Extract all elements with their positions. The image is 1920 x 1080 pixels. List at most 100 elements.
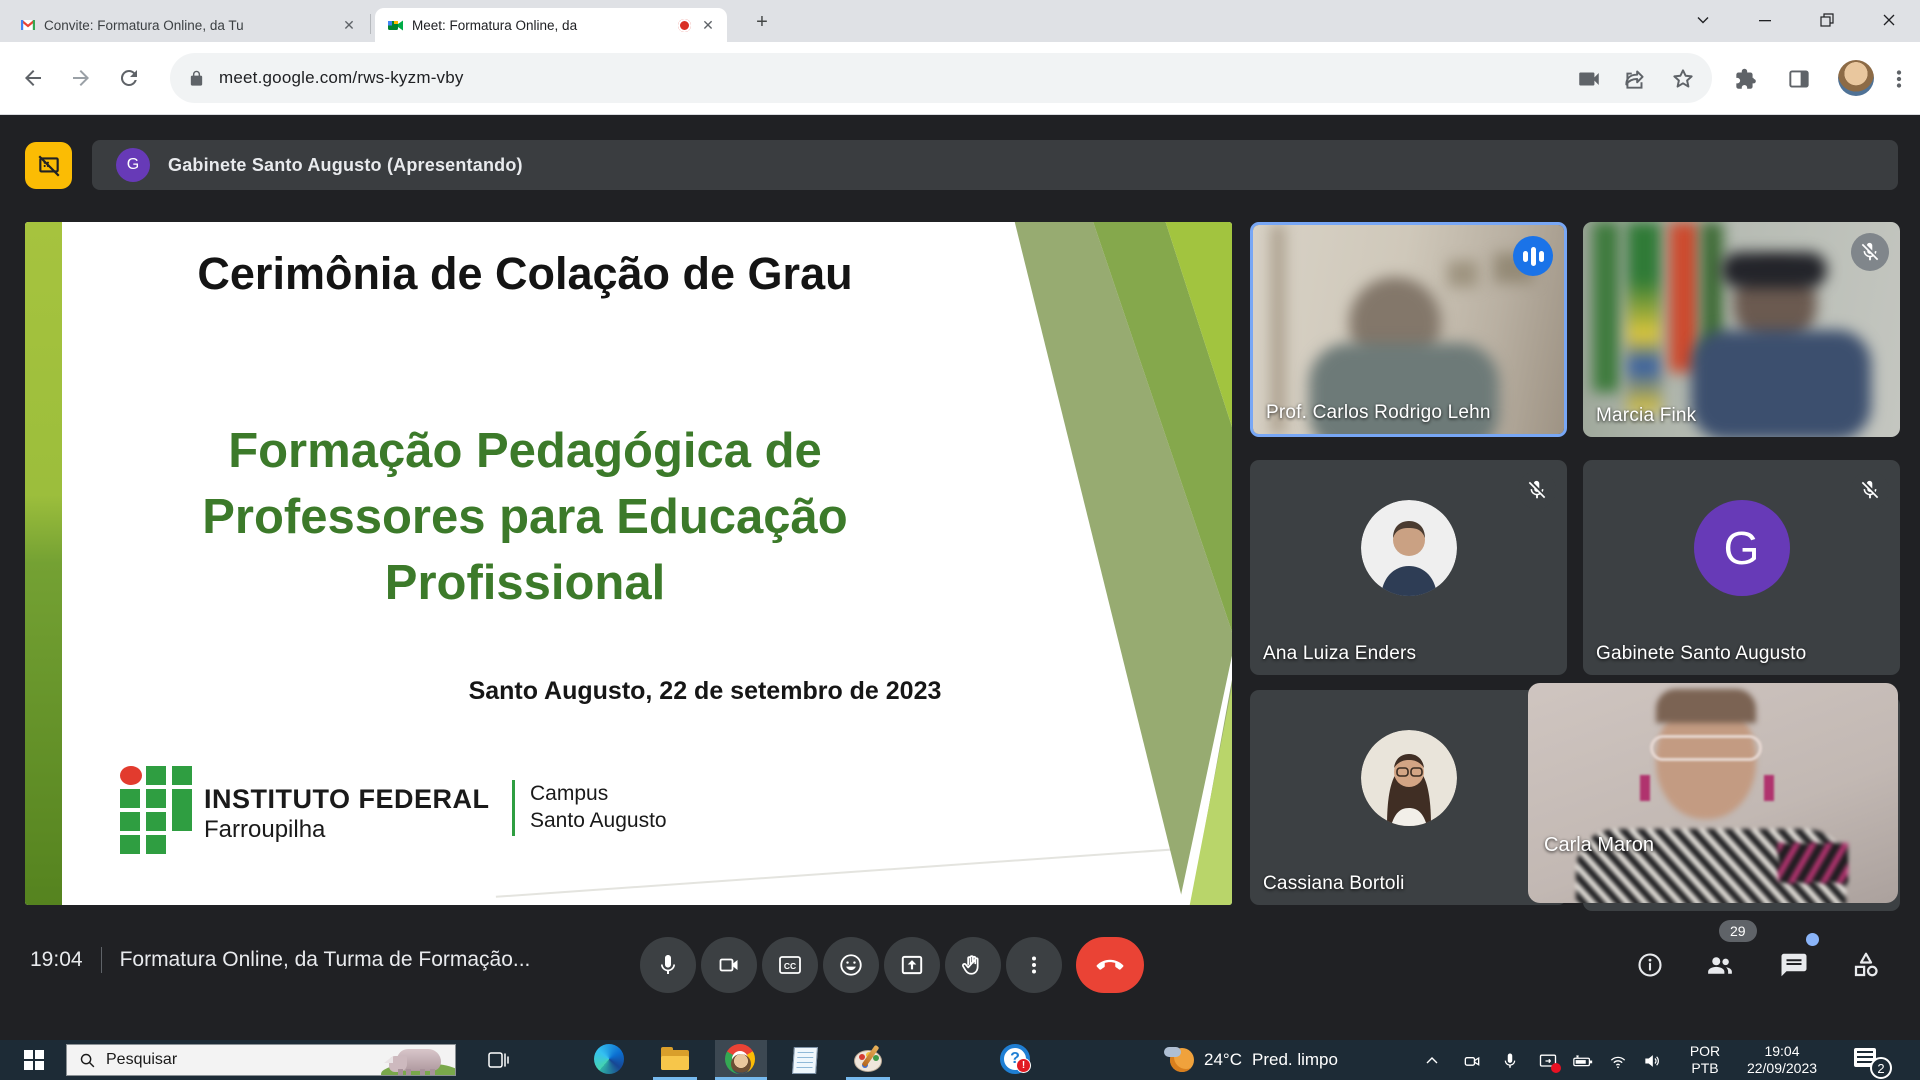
help-alert-badge: ! [1016, 1058, 1031, 1073]
chat-button[interactable] [1774, 945, 1814, 985]
tray-screenshare-icon[interactable] [1537, 1050, 1559, 1072]
taskbar-clock[interactable]: 19:04 22/09/2023 [1730, 1043, 1834, 1077]
captions-button[interactable]: CC [762, 937, 818, 993]
mic-muted-icon [1851, 233, 1889, 271]
presentation-warning-icon[interactable] [25, 142, 72, 189]
get-help-taskbar-icon[interactable]: ? ! [1000, 1044, 1032, 1076]
paint-taskbar-icon[interactable] [852, 1044, 884, 1076]
profile-avatar[interactable] [1838, 60, 1874, 96]
activities-button[interactable] [1846, 945, 1886, 985]
tray-chevron-icon[interactable] [1421, 1050, 1443, 1072]
presentation-slide[interactable]: Cerimônia de Colação de Grau Formação Pe… [25, 222, 1232, 905]
slide-top-title: Cerimônia de Colação de Grau [145, 248, 905, 300]
action-center-button[interactable]: 2 [1854, 1046, 1884, 1074]
end-call-button[interactable] [1076, 937, 1144, 993]
meet-clock: 19:04 [30, 948, 83, 972]
url-text[interactable]: meet.google.com/rws-kyzm-vby [219, 68, 464, 88]
camera-in-use-icon[interactable] [1576, 66, 1602, 92]
weather-temp: 24°C [1204, 1050, 1242, 1070]
meet-favicon-icon [387, 17, 404, 34]
window-minimize-button[interactable] [1734, 0, 1796, 40]
reload-button[interactable] [106, 55, 152, 101]
forward-button[interactable] [58, 55, 104, 101]
speaking-indicator-icon [1513, 236, 1553, 276]
participant-letter-avatar: G [1694, 500, 1790, 596]
tab-close-icon[interactable]: ✕ [340, 17, 358, 34]
divider [101, 947, 102, 973]
back-button[interactable] [10, 55, 56, 101]
camera-button[interactable] [701, 937, 757, 993]
present-screen-button[interactable] [884, 937, 940, 993]
tab-title: Meet: Formatura Online, da [412, 18, 670, 33]
browser-tab-strip: Convite: Formatura Online, da Tu ✕ Meet:… [0, 0, 1920, 42]
participant-tile-marcia[interactable]: Marcia Fink [1583, 222, 1900, 437]
presenting-banner[interactable]: G Gabinete Santo Augusto (Apresentando) [92, 140, 1898, 190]
windows-logo-icon [24, 1050, 44, 1070]
tab-close-icon[interactable]: ✕ [699, 17, 717, 34]
tray-mic-icon[interactable] [1499, 1050, 1521, 1072]
recording-indicator-icon [678, 19, 691, 32]
taskbar-weather[interactable]: 24°C Pred. limpo [1164, 1040, 1338, 1080]
tab-gmail-invite[interactable]: Convite: Formatura Online, da Tu ✕ [8, 8, 368, 42]
tab-meet-active[interactable]: Meet: Formatura Online, da ✕ [375, 8, 727, 42]
participant-photo-avatar [1361, 500, 1457, 596]
new-tab-button[interactable]: + [748, 9, 776, 37]
participant-count-badge: 29 [1719, 920, 1757, 942]
meeting-details-info-icon[interactable] [1630, 945, 1670, 985]
recording-dot [1551, 1063, 1561, 1073]
meeting-info: 19:04 Formatura Online, da Turma de Form… [30, 947, 530, 973]
participant-tile-gabinete[interactable]: G Gabinete Santo Augusto [1583, 460, 1900, 675]
screen: { "browser": { "tab1": { "title": "Convi… [0, 0, 1920, 1080]
participant-tile-carla[interactable]: Carla Maron [1528, 683, 1898, 903]
file-explorer-taskbar-icon[interactable] [659, 1044, 691, 1076]
task-view-button[interactable] [486, 1048, 518, 1080]
notepad-taskbar-icon[interactable] [789, 1044, 821, 1076]
participant-tile-cassiana[interactable]: Cassiana Bortoli [1250, 690, 1567, 905]
participant-tile-ana[interactable]: Ana Luiza Enders [1250, 460, 1567, 675]
participant-photo-avatar [1361, 730, 1457, 826]
tab-separator [370, 14, 371, 34]
logo-title: INSTITUTO FEDERAL [204, 784, 490, 815]
language-indicator[interactable]: POR PTB [1682, 1043, 1728, 1077]
tab-search-chevron-icon[interactable] [1672, 0, 1734, 40]
mic-button[interactable] [640, 937, 696, 993]
lock-icon[interactable] [188, 70, 205, 87]
search-icon [79, 1052, 96, 1069]
participants-button[interactable] [1700, 945, 1740, 985]
tab-title: Convite: Formatura Online, da Tu [44, 18, 332, 33]
bookmark-star-icon[interactable] [1670, 66, 1696, 92]
start-button[interactable] [14, 1040, 54, 1080]
logo-campus: Campus Santo Augusto [530, 780, 667, 834]
chrome-profile-photo [731, 1054, 751, 1074]
address-bar[interactable]: meet.google.com/rws-kyzm-vby [170, 53, 1712, 103]
chrome-active-tile[interactable] [715, 1040, 767, 1080]
presenting-banner-label: Gabinete Santo Augusto (Apresentando) [168, 155, 523, 176]
reactions-button[interactable] [823, 937, 879, 993]
tray-volume-icon[interactable] [1641, 1050, 1663, 1072]
slide-main-heading: Formação Pedagógica de Professores para … [105, 418, 945, 616]
search-highlight-image[interactable] [369, 1045, 455, 1075]
participant-name: Carla Maron [1544, 834, 1654, 857]
tray-camera-icon[interactable] [1461, 1050, 1483, 1072]
gmail-favicon-icon [20, 17, 36, 33]
edge-taskbar-icon[interactable] [594, 1044, 626, 1076]
participant-name: Gabinete Santo Augusto [1596, 643, 1806, 665]
taskbar-search-box[interactable]: Pesquisar [66, 1044, 456, 1076]
window-restore-button[interactable] [1796, 0, 1858, 40]
browser-toolbar: meet.google.com/rws-kyzm-vby [0, 42, 1920, 115]
participant-name: Marcia Fink [1596, 405, 1696, 427]
tray-wifi-icon[interactable] [1607, 1050, 1629, 1072]
extensions-puzzle-icon[interactable] [1732, 66, 1758, 92]
browser-menu-kebab-icon[interactable] [1886, 66, 1912, 92]
notification-count-badge: 2 [1870, 1057, 1892, 1079]
share-icon[interactable] [1622, 66, 1648, 92]
window-close-button[interactable] [1858, 0, 1920, 40]
participant-tile-carlos[interactable]: Prof. Carlos Rodrigo Lehn [1250, 222, 1567, 437]
more-options-button[interactable] [1006, 937, 1062, 993]
logo-subtitle: Farroupilha [204, 816, 325, 844]
chat-notification-dot [1806, 933, 1819, 946]
tray-battery-icon[interactable] [1572, 1050, 1594, 1072]
raise-hand-button[interactable] [945, 937, 1001, 993]
side-panel-icon[interactable] [1786, 66, 1812, 92]
slide-left-strip [25, 222, 62, 905]
